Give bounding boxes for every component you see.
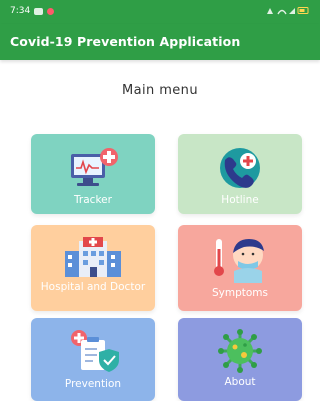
hospital-and-doctor-tile[interactable]: Hospital and Doctor [31,225,155,311]
app-bar: Covid-19 Prevention Application [0,24,320,60]
status-time: 7:34 [10,6,31,16]
tracker-label: Tracker [74,194,112,206]
alert-dot-icon [47,7,55,15]
prevention-label: Prevention [64,378,122,390]
status-right [266,6,310,15]
hospital-building-icon [65,237,121,277]
hospital-and-doctor-label: Hospital and Doctor [40,281,146,293]
symptoms-tile[interactable]: Symptoms [178,225,302,311]
sick-person-thermometer-icon [214,239,264,283]
symptoms-label: Symptoms [211,287,268,299]
hotline-label: Hotline [221,194,259,206]
main-menu-heading: Main menu [122,83,198,98]
medical-shield-icon [71,330,119,372]
app-title: Covid-19 Prevention Application [10,34,241,49]
status-bar: 7:34 [0,0,320,24]
computer-monitor-icon [71,148,118,186]
hotline-tile[interactable]: Hotline [178,134,302,214]
about-tile[interactable]: About [178,318,302,401]
notification-icon [34,7,44,15]
prevention-tile[interactable]: Prevention [31,318,155,401]
phone-medical-icon [220,148,260,188]
virus-icon [218,329,262,373]
tracker-tile[interactable]: Tracker [31,134,155,214]
status-left: 7:34 [10,6,55,16]
about-label: About [224,376,256,388]
system-status-icons [267,7,309,15]
